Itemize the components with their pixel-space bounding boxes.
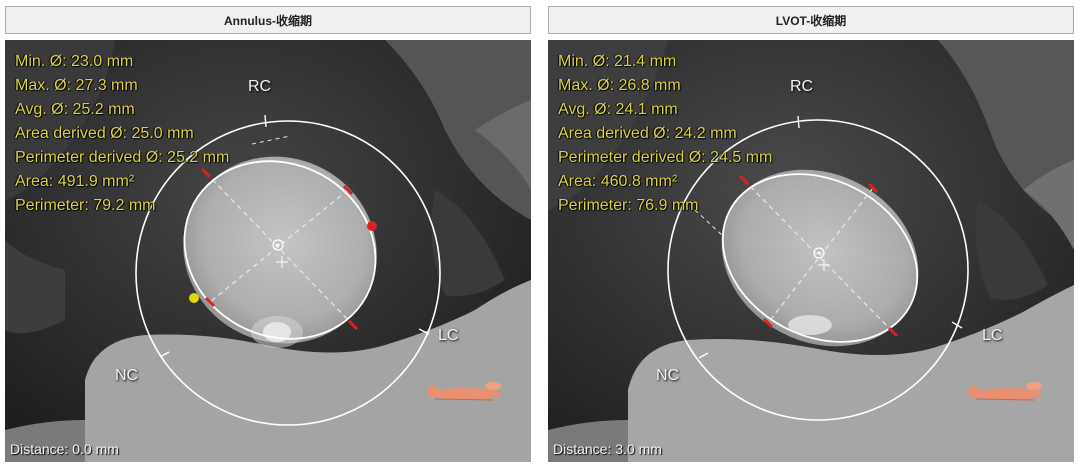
perimeter-value: Perimeter: 76.9 mm: [558, 197, 699, 214]
perimeter-derived-diameter: Perimeter derived Ø: 24.5 mm: [558, 149, 773, 166]
distance-readout: Distance: 3.0 mm: [553, 441, 662, 457]
ct-viewport[interactable]: Min. Ø: 21.4 mm Max. Ø: 26.8 mm Avg. Ø: …: [548, 40, 1074, 462]
panel-title: Annulus-收缩期: [5, 6, 531, 34]
area-value: Area: 491.9 mm²: [15, 173, 135, 190]
ct-viewport[interactable]: Min. Ø: 23.0 mm Max. Ø: 27.3 mm Avg. Ø: …: [5, 40, 531, 462]
nc-label: NC: [115, 367, 139, 384]
perimeter-value: Perimeter: 79.2 mm: [15, 197, 156, 214]
min-diameter: Min. Ø: 23.0 mm: [15, 53, 134, 70]
distance-readout: Distance: 0.0 mm: [10, 441, 119, 457]
area-derived-diameter: Area derived Ø: 25.0 mm: [15, 125, 194, 142]
rc-label: RC: [248, 78, 272, 95]
perimeter-derived-diameter: Perimeter derived Ø: 25.2 mm: [15, 149, 230, 166]
annulus-panel[interactable]: Annulus-收缩期 Min. Ø: 23.0 mm Max. Ø: 27.3…: [5, 6, 531, 462]
nc-label: NC: [656, 367, 680, 384]
avg-diameter: Avg. Ø: 25.2 mm: [15, 101, 135, 118]
lc-label: LC: [982, 327, 1003, 344]
lc-label: LC: [438, 327, 459, 344]
avg-diameter: Avg. Ø: 24.1 mm: [558, 101, 678, 118]
lvot-panel[interactable]: LVOT-收缩期 Min. Ø: 21.4 mm Max. Ø: 26.8 mm…: [548, 6, 1074, 462]
rc-label: RC: [790, 78, 814, 95]
max-diameter: Max. Ø: 27.3 mm: [15, 77, 138, 94]
min-diameter: Min. Ø: 21.4 mm: [558, 53, 677, 70]
area-value: Area: 460.8 mm²: [558, 173, 678, 190]
measurement-readout: Min. Ø: 23.0 mm Max. Ø: 27.3 mm Avg. Ø: …: [15, 50, 229, 218]
area-derived-diameter: Area derived Ø: 24.2 mm: [558, 125, 737, 142]
measurement-readout: Min. Ø: 21.4 mm Max. Ø: 26.8 mm Avg. Ø: …: [558, 50, 772, 218]
max-diameter: Max. Ø: 26.8 mm: [558, 77, 681, 94]
panel-title: LVOT-收缩期: [548, 6, 1074, 34]
